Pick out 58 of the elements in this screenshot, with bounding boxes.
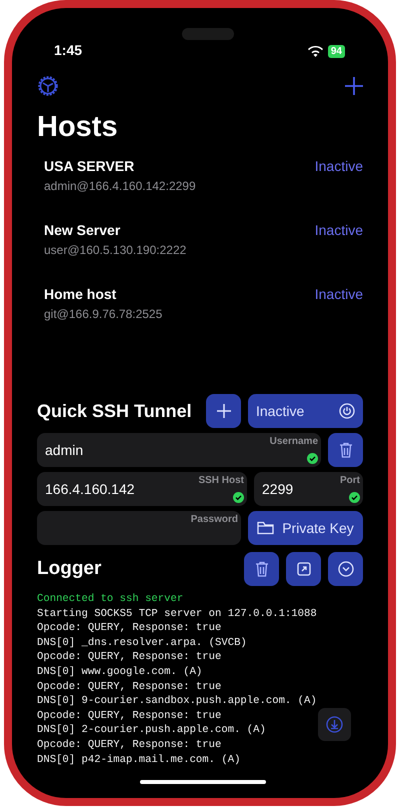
host-address: git@166.9.76.78:2525 [44,307,162,321]
add-button[interactable] [206,394,241,428]
text-field[interactable]: Password [37,511,241,545]
host-status: Inactive [314,222,363,238]
log-line: DNS[0] 9-courier.sandbox.push.apple.com. (A) [37,694,317,709]
log-line: Opcode: QUERY, Response: true [37,680,222,694]
field-label: Username [270,436,318,447]
check-icon [233,492,244,503]
log-line: Starting SOCKS5 TCP server on 127.0.0.1:1088 [37,606,317,622]
field-label: SSH Host [198,475,244,486]
scroll-down-button[interactable] [318,708,351,741]
chevron-circle-icon [338,561,354,577]
share-button[interactable] [286,552,321,586]
section-title: Quick SSH Tunnel [37,400,193,422]
settings-button[interactable] [37,75,59,97]
page-title: Hosts [37,110,119,145]
host-status: Inactive [314,158,363,174]
log-line: Opcode: QUERY, Response: true [37,621,222,636]
camera-island [182,28,234,40]
check-icon [349,492,360,503]
host-name[interactable]: New Server [44,222,186,238]
check-icon [307,453,318,464]
battery-level: 94 [328,45,345,58]
arrow-square-icon [296,562,310,576]
log-line: Connected to ssh server [37,592,184,607]
host-name[interactable]: Home host [44,286,162,302]
wifi-icon [308,46,323,57]
log-line: DNS[0] _dns.resolver.arpa. (SVCB) [37,636,247,650]
host-address: user@160.5.130.190:2222 [44,243,186,257]
power-icon [339,403,355,419]
field-label: Password [190,514,238,525]
folder-icon [257,521,274,535]
private-key-button[interactable]: Private Key [248,511,363,545]
host-status: Inactive [314,286,363,302]
host-address: admin@166.4.160.142:2299 [44,179,196,193]
delete-button[interactable] [328,433,363,467]
log-line: DNS[0] www.google.com. (A) [37,664,202,680]
host-name[interactable]: USA SERVER [44,158,196,174]
log-line: DNS[0] p42-imap.mail.me.com. (A) [37,752,240,768]
text-field[interactable]: admin Username [37,433,321,467]
plus-icon [345,77,363,95]
text-field[interactable]: 166.4.160.142 SSH Host [37,472,247,506]
section-title: Logger [37,558,102,580]
log-line: Opcode: QUERY, Response: true [37,650,222,665]
clear-log-button[interactable] [244,552,279,586]
log-line: Opcode: QUERY, Response: true [37,708,222,724]
trash-icon [338,442,352,458]
tunnel-toggle-button[interactable]: Inactive [248,394,363,428]
plus-icon [216,404,230,418]
field-label: Port [340,475,360,486]
download-icon [326,716,343,733]
collapse-button[interactable] [328,552,363,586]
log-line: DNS[0] 2-courier.push.apple.com. (A) [37,723,266,738]
status-time: 1:45 [54,42,82,58]
settings-icon [37,75,59,97]
log-line: Opcode: QUERY, Response: true [37,738,222,753]
text-field[interactable]: 2299 Port [254,472,363,506]
trash-icon [254,561,268,577]
